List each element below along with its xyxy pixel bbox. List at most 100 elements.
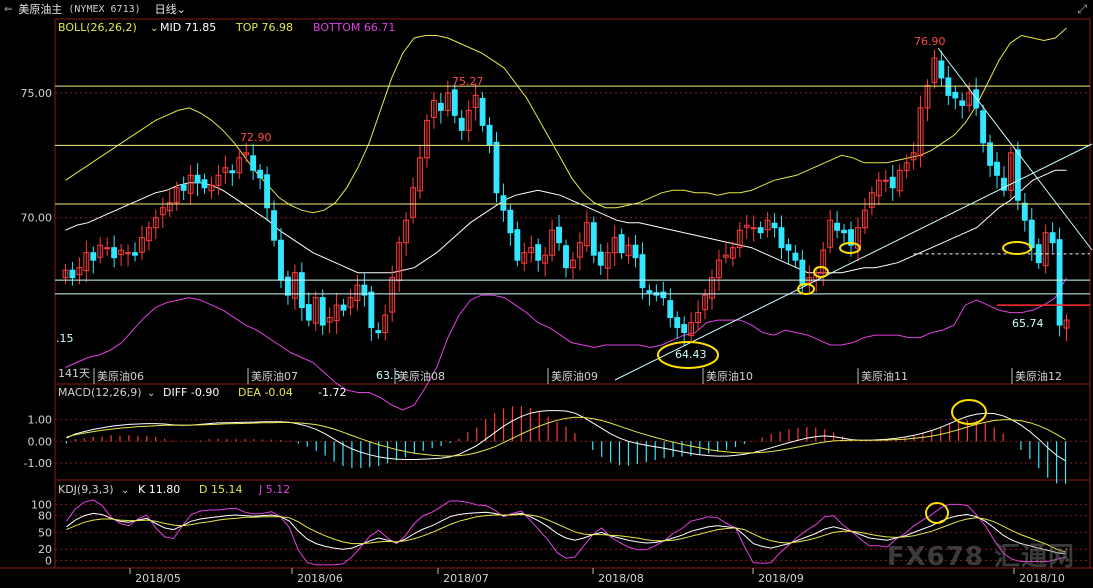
- price-tick-label: 70.00: [21, 212, 53, 225]
- date-tick-label: 2018/10: [1019, 572, 1065, 585]
- candle-body: [111, 247, 118, 259]
- candle-body: [1021, 202, 1028, 221]
- price-annotation: 72.90: [240, 131, 272, 144]
- date-tick-label: 2018/05: [135, 572, 181, 585]
- candle-body: [799, 259, 806, 286]
- candle-body: [535, 244, 542, 261]
- chart-canvas: 1.00 0.00 -1.00 MACD(12,26,9) ⌄ DIFF -0.90 DEA…: [0, 18, 1093, 585]
- candle-body: [479, 97, 486, 126]
- candle-body: [660, 291, 667, 299]
- candle-body: [250, 155, 257, 171]
- candle-body: [194, 174, 201, 184]
- back-arrow-icon[interactable]: ⇐: [4, 4, 12, 15]
- contract-label: 美原油08: [398, 369, 445, 383]
- candle-body: [889, 176, 896, 189]
- boll-bottom-value: BOTTOM 66.71: [313, 21, 395, 34]
- macd-pane: 1.00 0.00 -1.00 MACD(12,26,9) ⌄ DIFF -0.90 DEA…: [24, 386, 1090, 484]
- candle-body: [319, 297, 326, 326]
- candle-body: [368, 291, 375, 329]
- macd-tick-label: 1.00: [28, 414, 53, 427]
- symbol-code: (NYMEX 6713): [68, 3, 141, 15]
- candle-body: [264, 174, 271, 209]
- candle-body: [778, 227, 785, 249]
- candle-body: [973, 89, 980, 109]
- highlight-circle: [925, 502, 949, 524]
- candle-body: [618, 234, 625, 254]
- macd-value: -1.72: [318, 386, 346, 399]
- chevron-down-icon: ⌄: [176, 3, 186, 16]
- date-tick-label: 2018/06: [297, 572, 343, 585]
- period-selector[interactable]: 日线⌄: [155, 1, 186, 17]
- candle-body: [1014, 149, 1021, 201]
- expand-icon[interactable]: ⤢: [1077, 2, 1087, 17]
- date-tick-label: 2018/07: [443, 572, 489, 585]
- chevron-down-icon: ⌄: [121, 485, 129, 496]
- candle-body: [750, 227, 757, 230]
- macd-dea-value: DEA -0.04: [238, 386, 293, 399]
- candle-body: [841, 229, 848, 234]
- candle-body: [257, 169, 264, 179]
- candle-body: [987, 142, 993, 166]
- candle-body: [180, 184, 187, 191]
- candle-body: [980, 110, 987, 144]
- candle-body: [597, 251, 604, 266]
- candle-body: [771, 222, 778, 229]
- candle-body: [785, 244, 792, 251]
- contract-label: 美原油11: [861, 369, 908, 383]
- contract-label: 美原油09: [551, 369, 598, 383]
- highlight-circle: [1002, 241, 1032, 255]
- candle-body: [458, 117, 465, 131]
- contract-label: 美原油10: [706, 369, 753, 383]
- candle-body: [590, 222, 597, 256]
- candle-body: [834, 222, 841, 231]
- candle-body: [792, 252, 799, 261]
- candle-body: [563, 245, 569, 269]
- boll-mid-value: MID 71.85: [160, 21, 216, 34]
- grid-lines: [55, 92, 1090, 219]
- annotation-overlay: [55, 47, 1093, 381]
- candle-body: [1056, 239, 1063, 326]
- kdj-j-value: J 5.12: [258, 483, 290, 496]
- kdj-k-value: K 11.80: [138, 483, 180, 496]
- candle-body: [298, 272, 305, 309]
- price-tick-label: 75.00: [21, 87, 53, 100]
- candle-body: [104, 247, 111, 250]
- macd-diff-value: DIFF -0.90: [163, 386, 219, 399]
- contract-label: 美原油07: [251, 369, 298, 383]
- kdj-tick-label: 0: [45, 554, 52, 567]
- kdj-tick-label: 80: [38, 510, 52, 523]
- price-annotation: 63.5: [376, 369, 401, 382]
- price-annotation: 76.90: [914, 35, 946, 48]
- candle-body: [757, 227, 764, 234]
- candle-body: [994, 161, 1000, 176]
- candle-body: [69, 269, 76, 279]
- price-annotation: 64.43: [675, 348, 707, 361]
- downtrend-line: [937, 47, 1093, 251]
- chart-labels: 75.0070.00BOLL(26,26,2) ⌄ MID 71.85 TOP 76.…: [21, 21, 1065, 585]
- candle-body: [674, 317, 681, 329]
- boll-label: BOLL(26,26,2): [58, 21, 137, 34]
- candle-body: [556, 226, 562, 244]
- candle-body: [493, 141, 500, 194]
- candle-body: [646, 290, 653, 294]
- candle-body: [514, 229, 521, 261]
- candle-body: [632, 244, 639, 259]
- candle-body: [486, 124, 493, 146]
- candle-body: [132, 252, 138, 256]
- candle-body: [882, 179, 889, 182]
- candle-body: [507, 209, 514, 234]
- titlebar: ⇐ 美原油主 (NYMEX 6713) 日线⌄ ⤢: [0, 0, 1093, 18]
- kdj-d-value: D 15.14: [199, 483, 242, 496]
- chevron-down-icon: ⌄: [147, 388, 155, 399]
- candle-body: [271, 210, 277, 241]
- uptrend-line: [614, 143, 1093, 381]
- candle-body: [375, 330, 382, 334]
- period-label: 日线: [154, 3, 177, 16]
- candle-body: [305, 304, 312, 321]
- chevron-down-icon: ⌄: [150, 23, 158, 34]
- watermark-logo: FX678 汇通网: [886, 542, 1075, 572]
- candle-body: [90, 252, 97, 261]
- contract-label: 美原油06: [97, 369, 144, 383]
- contract-label: 美原油12: [1015, 369, 1062, 383]
- kdj-title: KDJ(9,3,3): [58, 483, 114, 496]
